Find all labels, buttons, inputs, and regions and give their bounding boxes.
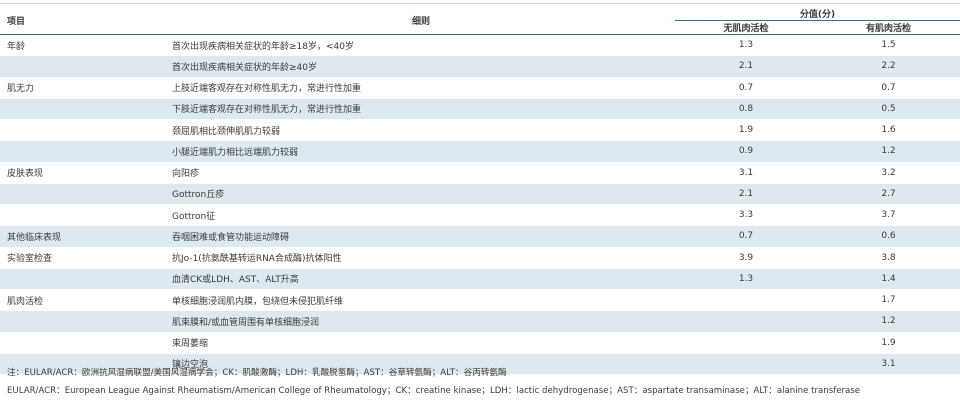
score-without-biopsy-cell: 0.7: [675, 225, 817, 248]
score-without-biopsy-cell: 3.1: [675, 162, 817, 184]
category-cell: [0, 140, 167, 163]
detail-cell: 血清CK或LDH、AST、ALT升高: [167, 268, 675, 291]
detail-cell: 颈屈肌相比颈伸肌肌力较弱: [167, 119, 675, 142]
table-row: 首次出现疾病相关症状的年龄≥40岁 2.1 2.2: [0, 55, 960, 78]
detail-cell: 上肢近端客观存在对称性肌无力，常进行性加重: [167, 77, 675, 99]
note-english: EULAR/ACR：European League Against Rheuma…: [7, 386, 861, 396]
score-with-biopsy-cell: 1.5: [817, 34, 960, 57]
note-chinese: 注：EULAR/ACR：欧洲抗风湿病联盟/美国风湿病学会；CK：肌酸激酶；LDH…: [7, 368, 507, 378]
category-cell: [0, 183, 167, 206]
table-row: 实验室检查 抗Jo-1(抗氨酰基转运RNA合成酶)抗体阳性 3.9 3.8: [0, 247, 960, 269]
score-with-biopsy-cell: 2.7: [817, 183, 960, 206]
table-row: 肌束膜和/或血管周围有单核细胞浸润 1.2: [0, 310, 960, 333]
category-cell: [0, 268, 167, 291]
table-header: 项目 细则 分值(分) 无肌肉活检 有肌肉活检: [0, 7, 960, 35]
category-cell: [0, 55, 167, 78]
detail-cell: Gottron征: [167, 204, 675, 227]
score-with-biopsy-cell: 3.8: [817, 247, 960, 269]
table-row: Gottron征 3.3 3.7: [0, 204, 960, 227]
detail-cell: 单核细胞浸润肌内膜，包绕但未侵犯肌纤维: [167, 289, 675, 312]
detail-cell: 束周萎缩: [167, 332, 675, 354]
score-without-biopsy-cell: 0.9: [675, 140, 817, 163]
header-without-biopsy: 无肌肉活检: [675, 20, 817, 35]
table-row: 小腿近端肌力相比远端肌力较弱 0.9 1.2: [0, 140, 960, 163]
score-with-biopsy-cell: 0.6: [817, 225, 960, 248]
category-cell: 肌肉活检: [0, 289, 167, 312]
score-without-biopsy-cell: 2.1: [675, 183, 817, 206]
category-cell: [0, 310, 167, 333]
category-cell: [0, 119, 167, 142]
table-row: 下肢近端客观存在对称性肌无力，常进行性加重 0.8 0.5: [0, 98, 960, 121]
detail-cell: Gottron丘疹: [167, 183, 675, 206]
score-with-biopsy-cell: 1.2: [817, 140, 960, 163]
score-without-biopsy-cell: [675, 289, 817, 312]
category-cell: [0, 98, 167, 121]
score-without-biopsy-cell: [675, 310, 817, 333]
score-with-biopsy-cell: 0.5: [817, 98, 960, 121]
category-cell: 年龄: [0, 34, 167, 57]
header-detail: 细则: [167, 7, 675, 35]
score-with-biopsy-cell: 2.2: [817, 55, 960, 78]
table-body: 年龄 首次出现疾病相关症状的年龄≥18岁，<40岁 1.3 1.5 首次出现疾病相关症状…: [0, 34, 960, 376]
category-cell: 肌无力: [0, 77, 167, 99]
score-with-biopsy-cell: 3.7: [817, 204, 960, 227]
table-row: 年龄 首次出现疾病相关症状的年龄≥18岁，<40岁 1.3 1.5: [0, 34, 960, 57]
table-row: 束周萎缩 1.9: [0, 332, 960, 354]
detail-cell: 向阳疹: [167, 162, 675, 184]
header-score: 分值(分): [675, 7, 960, 21]
score-without-biopsy-cell: 1.3: [675, 34, 817, 57]
detail-cell: 抗Jo-1(抗氨酰基转运RNA合成酶)抗体阳性: [167, 247, 675, 269]
table-row: 其他临床表现 吞咽困难或食管功能运动障碍 0.7 0.6: [0, 225, 960, 248]
top-rule: [0, 3, 960, 4]
table-row: 颈屈肌相比颈伸肌肌力较弱 1.9 1.6: [0, 119, 960, 142]
detail-cell: 吞咽困难或食管功能运动障碍: [167, 225, 675, 248]
category-cell: 其他临床表现: [0, 225, 167, 248]
score-without-biopsy-cell: 2.1: [675, 55, 817, 78]
score-without-biopsy-cell: 1.3: [675, 268, 817, 291]
score-without-biopsy-cell: 0.7: [675, 77, 817, 99]
score-without-biopsy-cell: [675, 332, 817, 354]
score-with-biopsy-cell: 0.7: [817, 77, 960, 99]
score-without-biopsy-cell: 1.9: [675, 119, 817, 142]
score-without-biopsy-cell: 3.3: [675, 204, 817, 227]
header-with-biopsy: 有肌肉活检: [817, 20, 960, 35]
category-cell: [0, 204, 167, 227]
score-with-biopsy-cell: 1.6: [817, 119, 960, 142]
table-row: Gottron丘疹 2.1 2.7: [0, 183, 960, 206]
score-without-biopsy-cell: 0.8: [675, 98, 817, 121]
score-with-biopsy-cell: 3.2: [817, 162, 960, 184]
detail-cell: 小腿近端肌力相比远端肌力较弱: [167, 140, 675, 163]
table-row: 血清CK或LDH、AST、ALT升高 1.3 1.4: [0, 268, 960, 291]
score-with-biopsy-cell: 1.2: [817, 310, 960, 333]
detail-cell: 下肢近端客观存在对称性肌无力，常进行性加重: [167, 98, 675, 121]
detail-cell: 首次出现疾病相关症状的年龄≥18岁，<40岁: [167, 34, 675, 57]
category-cell: 实验室检查: [0, 247, 167, 269]
score-with-biopsy-cell: 1.7: [817, 289, 960, 312]
score-with-biopsy-cell: 1.4: [817, 268, 960, 291]
score-without-biopsy-cell: 3.9: [675, 247, 817, 269]
table-notes: 注：EULAR/ACR：欧洲抗风湿病联盟/美国风湿病学会；CK：肌酸激酶；LDH…: [7, 367, 953, 398]
category-cell: 皮肤表现: [0, 162, 167, 184]
category-cell: [0, 332, 167, 354]
header-item: 项目: [0, 7, 167, 35]
detail-cell: 首次出现疾病相关症状的年龄≥40岁: [167, 55, 675, 78]
table-row: 皮肤表现 向阳疹 3.1 3.2: [0, 162, 960, 184]
detail-cell: 肌束膜和/或血管周围有单核细胞浸润: [167, 310, 675, 333]
table-row: 肌肉活检 单核细胞浸润肌内膜，包绕但未侵犯肌纤维 1.7: [0, 289, 960, 312]
table-row: 肌无力 上肢近端客观存在对称性肌无力，常进行性加重 0.7 0.7: [0, 77, 960, 99]
criteria-score-table: 项目 细则 分值(分) 无肌肉活检 有肌肉活检 年龄 首次出现疾病相关症状的年龄≥…: [0, 7, 960, 376]
score-with-biopsy-cell: 1.9: [817, 332, 960, 354]
